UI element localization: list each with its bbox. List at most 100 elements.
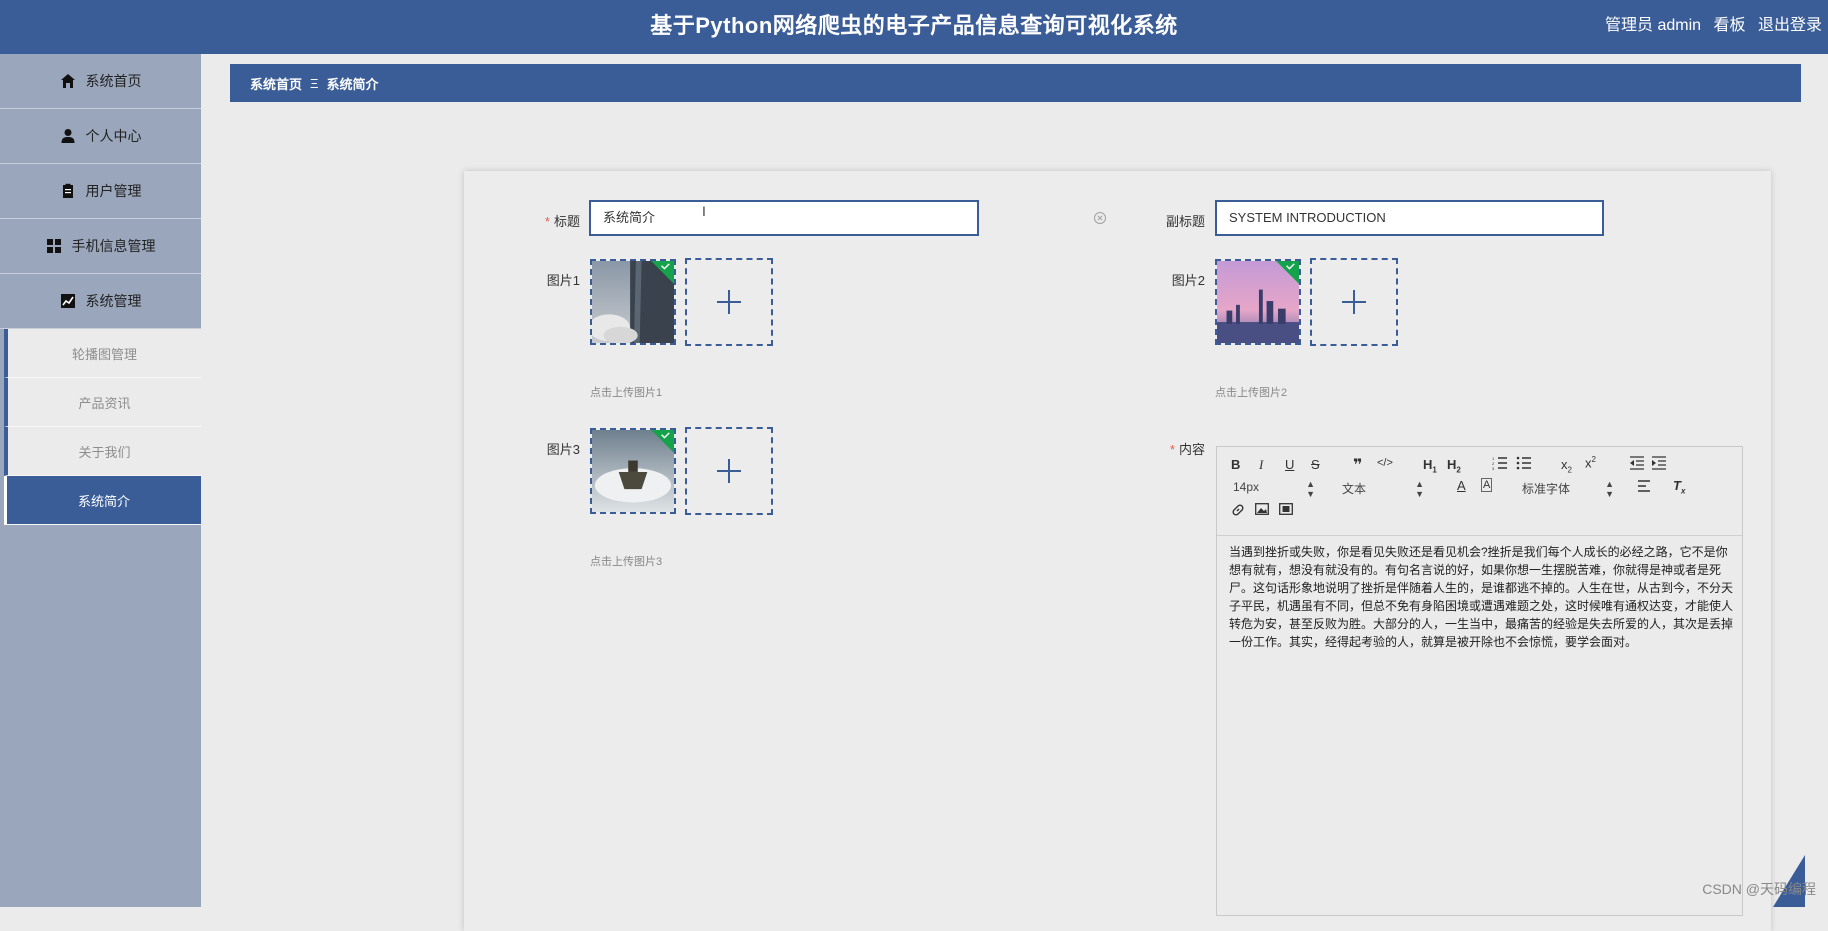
sidebar-subitem-label: 产品资讯 (78, 395, 131, 411)
sidebar-subitem-label: 轮播图管理 (71, 346, 137, 362)
sidebar-subitem-about[interactable]: 关于我们 (4, 427, 201, 476)
heading1-icon[interactable]: H1 (1423, 457, 1437, 475)
clipboard-icon (60, 183, 76, 199)
sidebar: 系统首页 个人中心 用户管理 手机信息管理 系统管理 轮播图管理 产品资讯 关于… (0, 54, 201, 907)
subtitle-label: 副标题 (1125, 211, 1205, 230)
app-title: 基于Python网络爬虫的电子产品信息查询可视化系统 (650, 13, 1178, 38)
subtitle-input[interactable]: SYSTEM INTRODUCTION (1215, 200, 1604, 236)
title-input-value: 系统简介 (603, 210, 656, 225)
top-right-links: 管理员 admin 看板 退出登录 (1597, 0, 1822, 52)
block-format-select[interactable]: 文本 ▲ ▼ (1342, 479, 1424, 499)
required-mark: * (1169, 442, 1175, 457)
code-icon[interactable]: </> (1377, 457, 1393, 469)
strikethrough-icon[interactable]: S (1311, 457, 1320, 472)
indent-icon[interactable] (1651, 456, 1667, 473)
font-size-value: 14px (1233, 480, 1260, 494)
bullet-list-icon[interactable] (1516, 456, 1532, 473)
font-family-value: 标准字体 (1522, 482, 1571, 496)
image1-label: 图片1 (500, 270, 580, 289)
breadcrumb-current: 系统简介 (326, 76, 379, 92)
sidebar-item-label: 系统管理 (85, 293, 142, 309)
superscript-icon[interactable]: x2 (1585, 455, 1596, 470)
heading2-icon[interactable]: H2 (1447, 457, 1461, 475)
ordered-list-icon[interactable]: 123 (1492, 456, 1508, 473)
chart-icon (60, 293, 76, 309)
subscript-icon[interactable]: x2 (1561, 457, 1572, 475)
image3-upload-button[interactable] (685, 427, 773, 515)
image1-hint: 点击上传图片1 (590, 387, 663, 399)
image-icon[interactable] (1255, 503, 1269, 518)
image2-upload-button[interactable] (1310, 258, 1398, 346)
sidebar-item-system[interactable]: 系统管理 (0, 274, 201, 329)
sidebar-item-label: 个人中心 (85, 128, 142, 144)
sidebar-subitem-label: 关于我们 (78, 444, 131, 460)
block-format-value: 文本 (1342, 482, 1367, 496)
link-icon[interactable] (1231, 503, 1245, 520)
content-label: * 内容 (1125, 439, 1205, 458)
watermark: CSDN @天码编程 (1702, 881, 1816, 897)
top-bar: 基于Python网络爬虫的电子产品信息查询可视化系统 管理员 admin 看板 … (0, 0, 1828, 54)
outdent-icon[interactable] (1629, 456, 1645, 473)
image2-label-text: 图片2 (1171, 273, 1205, 288)
align-icon[interactable] (1637, 480, 1651, 495)
breadcrumb-separator: Ξ (310, 75, 319, 91)
dashboard-link[interactable]: 看板 (1714, 17, 1746, 34)
wind-turbine-photo (592, 261, 674, 343)
image2-label: 图片2 (1125, 270, 1205, 289)
bold-icon[interactable]: B (1231, 457, 1240, 472)
user-label: 管理员 admin (1605, 17, 1702, 34)
breadcrumb-home[interactable]: 系统首页 (250, 74, 302, 93)
breadcrumb: 系统首页 Ξ 系统简介 (230, 64, 1801, 102)
title-label: * 标题 (500, 211, 580, 230)
title-label-text: 标题 (553, 214, 580, 229)
logout-link[interactable]: 退出登录 (1758, 17, 1822, 34)
image1-label-text: 图片1 (546, 273, 580, 288)
image3-label-text: 图片3 (546, 442, 580, 457)
content-label-text: 内容 (1178, 442, 1205, 457)
sidebar-subitem-intro[interactable]: 系统简介 (4, 476, 201, 525)
text-cursor-icon: I (702, 203, 706, 219)
sidebar-item-phones[interactable]: 手机信息管理 (0, 219, 201, 274)
image3-thumbnail[interactable] (590, 428, 676, 514)
sidebar-subitem-label: 系统简介 (77, 493, 130, 509)
sidebar-item-label: 用户管理 (85, 183, 142, 199)
sidebar-item-label: 系统首页 (85, 73, 142, 89)
rich-text-editor: B I U S ❞ </> H1 H2 123 x2 x2 14px ▲ ▼ 文本 ▲… (1216, 446, 1743, 916)
background-color-icon[interactable]: A (1481, 478, 1493, 492)
image2-hint: 点击上传图片2 (1215, 387, 1288, 399)
sidebar-item-label: 手机信息管理 (71, 238, 156, 254)
plus-icon (717, 459, 741, 483)
floating-island-photo (592, 430, 674, 512)
plus-icon (1342, 290, 1366, 314)
sidebar-subitem-carousel[interactable]: 轮播图管理 (4, 329, 201, 378)
video-icon[interactable] (1279, 503, 1293, 518)
font-size-select[interactable]: 14px ▲ ▼ (1233, 479, 1315, 499)
clear-icon[interactable] (1093, 211, 1107, 225)
city-skyline-photo (1217, 261, 1299, 343)
user-icon (60, 128, 76, 144)
quote-icon[interactable]: ❞ (1353, 455, 1362, 475)
font-family-select[interactable]: 标准字体 ▲ ▼ (1522, 479, 1614, 499)
image3-label: 图片3 (500, 439, 580, 458)
sidebar-subitem-news[interactable]: 产品资讯 (4, 378, 201, 427)
image1-upload-button[interactable] (685, 258, 773, 346)
sidebar-item-home[interactable]: 系统首页 (0, 54, 201, 109)
svg-text:3: 3 (1492, 466, 1495, 470)
sidebar-item-users[interactable]: 用户管理 (0, 164, 201, 219)
editor-content[interactable]: 当遇到挫折或失败，你是看见失败还是看见机会?挫折是我们每个人成长的必经之路，它不… (1229, 543, 1734, 651)
italic-icon[interactable]: I (1259, 457, 1263, 473)
image1-thumbnail[interactable] (590, 259, 676, 345)
select-arrow-icon: ▲ ▼ (1306, 479, 1315, 499)
subtitle-input-value: SYSTEM INTRODUCTION (1229, 210, 1386, 225)
underline-icon[interactable]: U (1285, 457, 1294, 472)
required-mark: * (544, 214, 550, 229)
editor-toolbar: B I U S ❞ </> H1 H2 123 x2 x2 14px ▲ ▼ 文本 ▲… (1217, 447, 1742, 536)
title-input[interactable]: 系统简介 (589, 200, 979, 236)
home-icon (60, 73, 76, 89)
subtitle-label-text: 副标题 (1165, 214, 1205, 229)
clear-format-icon[interactable]: Tx (1673, 478, 1685, 496)
sidebar-item-profile[interactable]: 个人中心 (0, 109, 201, 164)
image2-thumbnail[interactable] (1215, 259, 1301, 345)
select-arrow-icon: ▲ ▼ (1605, 479, 1614, 499)
font-color-icon[interactable]: A (1457, 478, 1466, 493)
